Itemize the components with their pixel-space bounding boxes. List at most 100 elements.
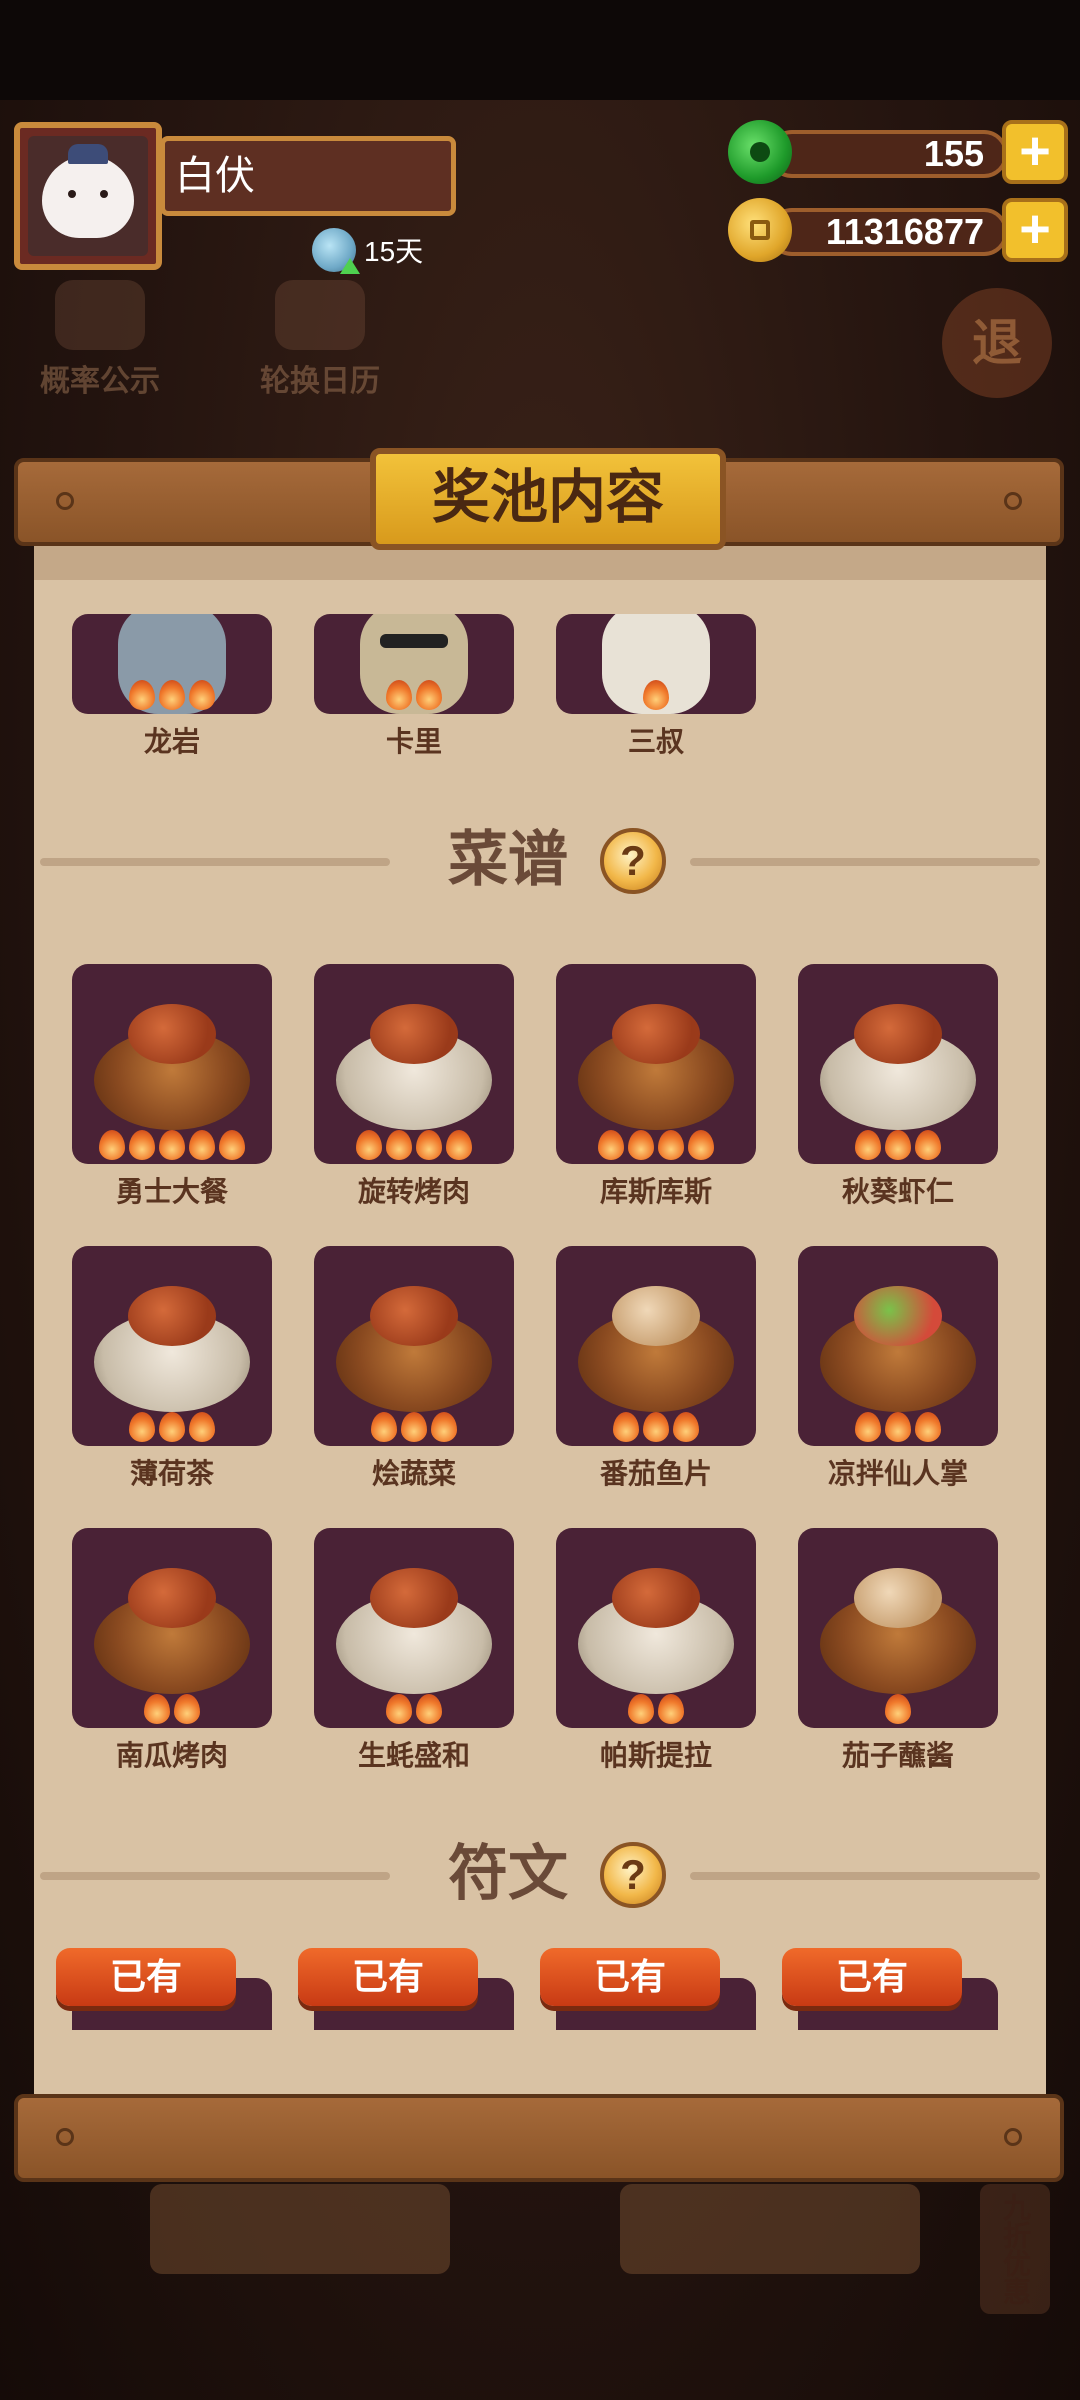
cat-icon	[42, 156, 134, 238]
recipe-card[interactable]: 生蚝盛和	[314, 1528, 514, 1774]
gold-coin-icon	[728, 198, 792, 262]
recipe-card[interactable]: 茄子蘸酱	[798, 1528, 998, 1774]
recipe-card[interactable]: 帕斯提拉	[556, 1528, 756, 1774]
add-gold-button[interactable]: +	[1002, 198, 1068, 262]
recipe-card[interactable]: 烩蔬菜	[314, 1246, 514, 1492]
recipe-tile	[72, 964, 272, 1164]
flame-icon	[915, 1130, 941, 1160]
recipe-tile	[314, 1528, 514, 1728]
divider	[40, 1872, 390, 1880]
dish-icon	[578, 1286, 734, 1412]
flame-icon	[915, 1412, 941, 1442]
dish-icon	[94, 1286, 250, 1412]
recipe-card[interactable]: 旋转烤肉	[314, 964, 514, 1210]
nail-icon	[1004, 2128, 1022, 2146]
dish-icon	[336, 1286, 492, 1412]
probability-label: 概率公示	[40, 365, 160, 398]
dish-icon	[336, 1568, 492, 1694]
add-jade-button[interactable]: +	[1002, 120, 1068, 184]
avatar-image	[28, 136, 148, 256]
avatar[interactable]	[14, 122, 162, 270]
character-name: 三叔	[627, 726, 684, 757]
recipe-card[interactable]: 秋葵虾仁	[798, 964, 998, 1210]
flame-icon	[371, 1412, 397, 1442]
recipe-card[interactable]: 番茄鱼片	[556, 1246, 756, 1492]
flame-icon	[885, 1412, 911, 1442]
flame-icon	[416, 1694, 442, 1724]
recipe-name: 茄子蘸酱	[841, 1740, 954, 1771]
character-tile	[314, 614, 514, 714]
recipe-name: 番茄鱼片	[599, 1458, 712, 1489]
flame-icon	[129, 1412, 155, 1442]
recipe-card[interactable]: 薄荷茶	[72, 1246, 272, 1492]
recipe-tile	[72, 1246, 272, 1446]
flame-icon	[416, 1130, 442, 1160]
character-tile	[556, 614, 756, 714]
character-card[interactable]: 卡里	[314, 614, 514, 760]
recipe-card[interactable]: 凉拌仙人掌	[798, 1246, 998, 1492]
recipe-card[interactable]: 南瓜烤肉	[72, 1528, 272, 1774]
flame-icon	[446, 1130, 472, 1160]
flame-icon	[673, 1412, 699, 1442]
recipe-name: 旋转烤肉	[357, 1176, 470, 1207]
recipes-section-header: 菜谱 ?	[34, 820, 1046, 900]
flame-icon	[159, 1130, 185, 1160]
owned-badge: 已有	[782, 1948, 962, 2006]
recipe-tile	[314, 1246, 514, 1446]
flame-icon	[885, 1694, 911, 1724]
flame-icon	[628, 1694, 654, 1724]
nail-icon	[56, 2128, 74, 2146]
days-indicator: 15天	[312, 228, 423, 274]
dish-icon	[94, 1004, 250, 1130]
recipe-tile	[798, 1246, 998, 1446]
flame-icon	[643, 1412, 669, 1442]
panel-title: 奖池内容	[370, 448, 726, 550]
recipe-card[interactable]: 库斯库斯	[556, 964, 756, 1210]
character-card[interactable]: 龙岩	[72, 614, 272, 760]
star-rating	[556, 1130, 756, 1160]
star-rating	[556, 680, 756, 710]
gold-currency: 11316877 +	[728, 198, 1068, 262]
star-rating	[798, 1412, 998, 1442]
recipe-card[interactable]: 勇士大餐	[72, 964, 272, 1210]
recipe-name: 帕斯提拉	[599, 1740, 712, 1771]
flame-icon	[356, 1130, 382, 1160]
calendar-menu: 轮换日历	[220, 280, 420, 400]
runes-section-header: 符文 ?	[34, 1834, 1046, 1914]
recipe-tile	[314, 964, 514, 1164]
recipe-name: 秋葵虾仁	[841, 1176, 954, 1207]
star-rating	[798, 1130, 998, 1160]
flame-icon	[628, 1130, 654, 1160]
gold-amount: 11316877	[768, 208, 1008, 256]
owned-badge: 已有	[298, 1948, 478, 2006]
hat-icon	[68, 144, 108, 164]
nail-icon	[1004, 492, 1022, 510]
recipe-name: 烩蔬菜	[371, 1458, 456, 1489]
dish-icon	[336, 1004, 492, 1130]
dish-icon	[578, 1568, 734, 1694]
recipe-name: 勇士大餐	[115, 1176, 228, 1207]
percent-icon	[55, 280, 145, 350]
star-rating	[798, 1694, 998, 1724]
flame-icon	[159, 1412, 185, 1442]
help-icon[interactable]: ?	[600, 1842, 666, 1908]
hourglass-icon	[312, 228, 360, 274]
star-rating	[314, 680, 514, 710]
status-bar	[0, 0, 1080, 100]
character-name: 卡里	[385, 726, 442, 757]
flame-icon	[129, 1130, 155, 1160]
help-icon[interactable]: ?	[600, 828, 666, 894]
dish-icon	[820, 1004, 976, 1130]
star-rating	[72, 1694, 272, 1724]
flame-icon	[189, 1412, 215, 1442]
divider	[690, 858, 1040, 866]
flame-icon	[144, 1694, 170, 1724]
flame-icon	[613, 1412, 639, 1442]
runes-section-title: 符文	[448, 1840, 568, 1907]
recipe-tile	[556, 964, 756, 1164]
divider	[690, 1872, 1040, 1880]
flame-icon	[855, 1130, 881, 1160]
divider	[40, 858, 390, 866]
flame-icon	[431, 1412, 457, 1442]
character-card[interactable]: 三叔	[556, 614, 756, 760]
